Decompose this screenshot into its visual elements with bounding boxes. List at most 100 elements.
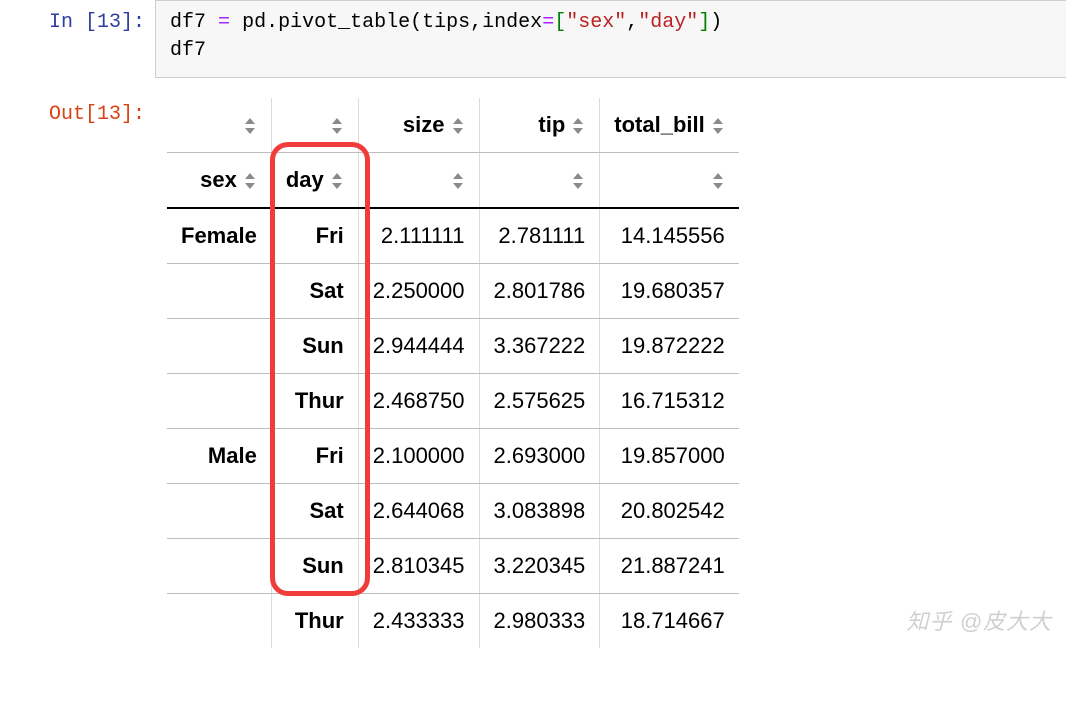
sort-icon[interactable] xyxy=(711,118,725,134)
code-token: pd xyxy=(242,11,266,34)
row-index-sex xyxy=(167,539,271,594)
cell-size: 2.111111 xyxy=(358,208,479,264)
code-token: [ xyxy=(554,11,566,34)
sort-icon[interactable] xyxy=(451,173,465,189)
blank-header xyxy=(358,153,479,209)
code-token: , xyxy=(470,11,482,34)
sort-icon[interactable] xyxy=(451,118,465,134)
blank-header xyxy=(167,98,271,153)
sort-icon[interactable] xyxy=(330,118,344,134)
cell-total_bill: 20.802542 xyxy=(600,484,739,539)
cell-tip: 3.220345 xyxy=(479,539,600,594)
cell-tip: 2.980333 xyxy=(479,594,600,649)
cell-tip: 2.575625 xyxy=(479,374,600,429)
row-index-day: Thur xyxy=(271,594,358,649)
row-index-sex xyxy=(167,594,271,649)
cell-tip: 3.367222 xyxy=(479,319,600,374)
row-index-sex: Female xyxy=(167,208,271,264)
cell-total_bill: 14.145556 xyxy=(600,208,739,264)
table-row: Sat2.2500002.80178619.680357 xyxy=(167,264,739,319)
cell-tip: 2.781111 xyxy=(479,208,600,264)
column-header-label: total_bill xyxy=(614,112,704,137)
table-row: FemaleFri2.1111112.78111114.145556 xyxy=(167,208,739,264)
cell-total_bill: 19.872222 xyxy=(600,319,739,374)
sort-icon[interactable] xyxy=(571,118,585,134)
column-header-size[interactable]: size xyxy=(358,98,479,153)
code-token: "sex" xyxy=(566,11,626,34)
input-cell: In [13]: df7 = pd.pivot_table(tips,index… xyxy=(0,0,1066,78)
table-row: MaleFri2.1000002.69300019.857000 xyxy=(167,429,739,484)
cell-total_bill: 21.887241 xyxy=(600,539,739,594)
row-index-sex: Male xyxy=(167,429,271,484)
row-index-sex xyxy=(167,484,271,539)
cell-total_bill: 19.680357 xyxy=(600,264,739,319)
sort-icon[interactable] xyxy=(571,173,585,189)
column-header-label: tip xyxy=(538,112,565,137)
input-prompt: In [13]: xyxy=(0,0,155,36)
column-header-total_bill[interactable]: total_bill xyxy=(600,98,739,153)
blank-header xyxy=(271,98,358,153)
row-index-day: Fri xyxy=(271,429,358,484)
row-index-day: Sun xyxy=(271,319,358,374)
code-token: = xyxy=(218,11,230,34)
output-cell: Out[13]: size tip total_bill sex day Female… xyxy=(0,92,1066,648)
index-name-sex[interactable]: sex xyxy=(167,153,271,209)
dataframe-table: sizetiptotal_bill sexday FemaleFri2.1111… xyxy=(167,98,739,648)
cell-size: 2.468750 xyxy=(358,374,479,429)
row-index-day: Sat xyxy=(271,264,358,319)
notebook: In [13]: df7 = pd.pivot_table(tips,index… xyxy=(0,0,1066,648)
row-index-sex xyxy=(167,374,271,429)
code-token: ] xyxy=(698,11,710,34)
row-index-sex xyxy=(167,319,271,374)
sort-icon[interactable] xyxy=(243,118,257,134)
sort-icon[interactable] xyxy=(330,173,344,189)
blank-header xyxy=(479,153,600,209)
column-header-tip[interactable]: tip xyxy=(479,98,600,153)
row-index-sex xyxy=(167,264,271,319)
code-token: index xyxy=(482,11,542,34)
watermark: 知乎 @皮大大 xyxy=(907,604,1052,636)
index-name-label: sex xyxy=(200,167,237,192)
row-index-day: Sat xyxy=(271,484,358,539)
code-token: df7 xyxy=(170,39,206,62)
sort-icon[interactable] xyxy=(243,173,257,189)
code-token: , xyxy=(626,11,638,34)
table-row: Sat2.6440683.08389820.802542 xyxy=(167,484,739,539)
code-token xyxy=(206,11,218,34)
index-name-day[interactable]: day xyxy=(271,153,358,209)
cell-size: 2.100000 xyxy=(358,429,479,484)
sort-icon[interactable] xyxy=(711,173,725,189)
table-row: Thur2.4687502.57562516.715312 xyxy=(167,374,739,429)
output-prompt: Out[13]: xyxy=(0,92,155,128)
row-index-day: Sun xyxy=(271,539,358,594)
code-token xyxy=(230,11,242,34)
column-header-row: size tip total_bill xyxy=(167,98,739,153)
table-row: Sun2.8103453.22034521.887241 xyxy=(167,539,739,594)
index-name-label: day xyxy=(286,167,324,192)
cell-size: 2.644068 xyxy=(358,484,479,539)
cell-size: 2.250000 xyxy=(358,264,479,319)
cell-size: 2.810345 xyxy=(358,539,479,594)
code-token: . xyxy=(266,11,278,34)
code-token: ) xyxy=(710,11,722,34)
row-index-day: Fri xyxy=(271,208,358,264)
cell-total_bill: 16.715312 xyxy=(600,374,739,429)
table-row: Sun2.9444443.36722219.872222 xyxy=(167,319,739,374)
column-header-label: size xyxy=(403,112,445,137)
cell-size: 2.944444 xyxy=(358,319,479,374)
blank-header xyxy=(600,153,739,209)
code-cell[interactable]: df7 = pd.pivot_table(tips,index=["sex","… xyxy=(155,0,1066,78)
code-token: = xyxy=(542,11,554,34)
table-body: FemaleFri2.1111112.78111114.145556Sat2.2… xyxy=(167,208,739,648)
cell-total_bill: 18.714667 xyxy=(600,594,739,649)
index-header-row: sex day xyxy=(167,153,739,209)
row-index-day: Thur xyxy=(271,374,358,429)
cell-tip: 2.693000 xyxy=(479,429,600,484)
cell-size: 2.433333 xyxy=(358,594,479,649)
code-token: tips xyxy=(422,11,470,34)
cell-tip: 3.083898 xyxy=(479,484,600,539)
code-token: "day" xyxy=(638,11,698,34)
cell-total_bill: 19.857000 xyxy=(600,429,739,484)
code-token: ( xyxy=(410,11,422,34)
cell-tip: 2.801786 xyxy=(479,264,600,319)
